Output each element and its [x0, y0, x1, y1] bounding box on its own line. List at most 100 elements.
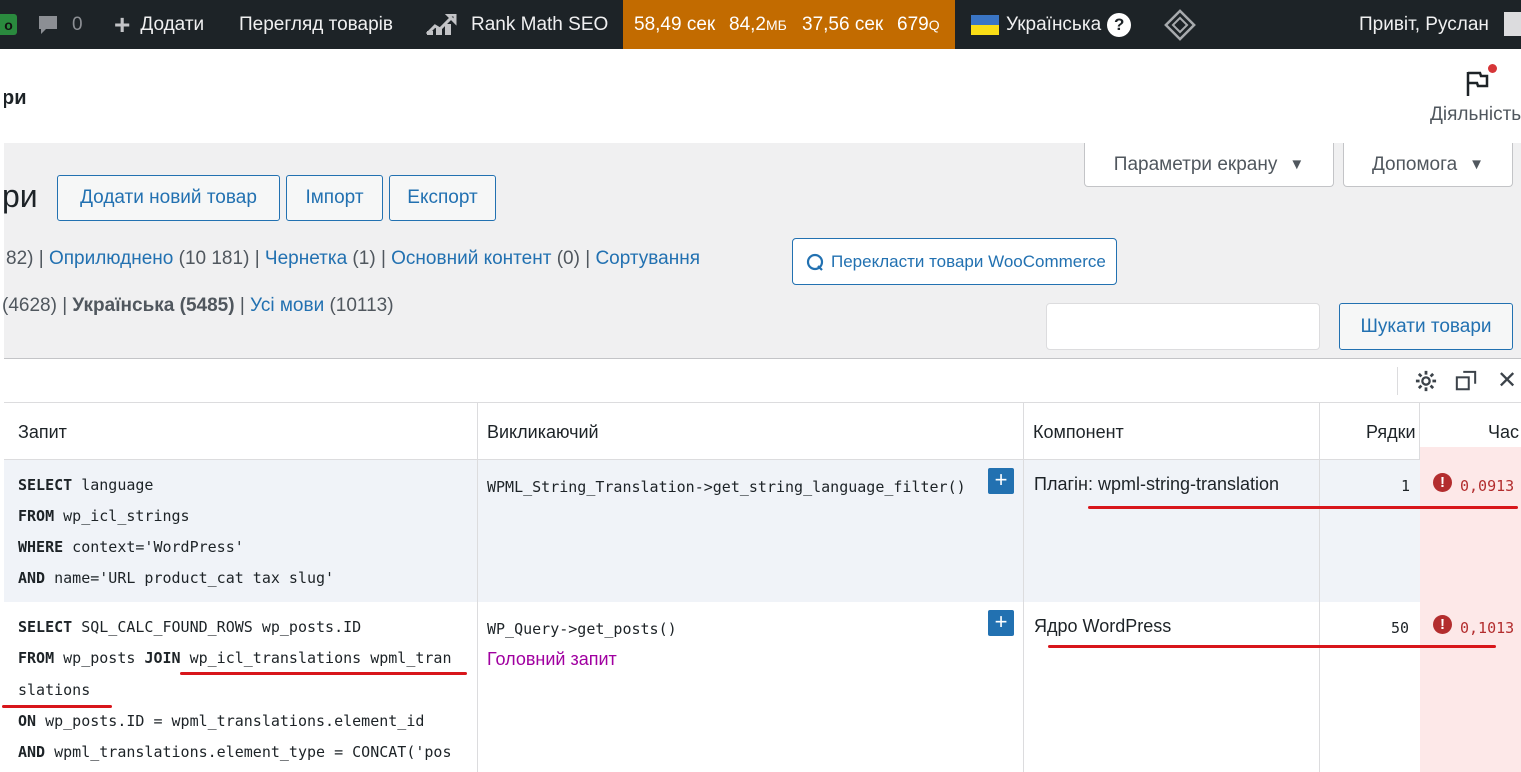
view-products-label: Перегляд товарів — [239, 13, 393, 35]
help-tab[interactable]: Допомога ▼ — [1343, 143, 1513, 187]
filter-cornerstone[interactable]: Основний контент — [391, 248, 551, 269]
annotation-underline-component-2 — [1048, 645, 1496, 648]
expand-caller-button[interactable]: + — [988, 610, 1014, 636]
language-switcher[interactable]: Українська ? — [971, 0, 1132, 49]
sql-keyword: SELECT — [18, 476, 73, 494]
sql-keyword: FROM — [18, 507, 55, 525]
col-query[interactable]: Запит — [18, 403, 67, 461]
table-row: SELECT SQL_CALC_FOUND_ROWS wp_posts.ID F… — [4, 602, 1521, 772]
separator: | — [254, 248, 265, 269]
qm-queries: 679 Q — [897, 0, 940, 49]
row-count: 50 — [1391, 619, 1410, 637]
qm-memory: 84,2 МБ — [729, 0, 787, 49]
help-icon[interactable]: ? — [1107, 12, 1132, 37]
account-menu[interactable]: Привіт, Руслан — [1359, 0, 1489, 49]
toggle-window-icon[interactable] — [1455, 370, 1477, 392]
sql-line: SELECT SQL_CALC_FOUND_ROWS wp_posts.ID — [18, 618, 361, 636]
activity-label: Діяльність — [1430, 104, 1521, 125]
sql-text: SQL_CALC_FOUND_ROWS wp_posts.ID — [72, 618, 362, 636]
search-input[interactable] — [1046, 303, 1320, 350]
screen-options-tab[interactable]: Параметри екрану ▼ — [1084, 143, 1334, 187]
col-divider — [1023, 602, 1024, 772]
filter-cornerstone-count: (0) — [556, 248, 580, 269]
col-divider — [477, 460, 478, 602]
add-new-label: Додати — [140, 13, 205, 35]
separator: | — [380, 248, 392, 269]
qm-panel-toolbar: ✕ — [4, 358, 1521, 402]
col-divider — [1023, 403, 1024, 461]
sql-text: language — [72, 476, 154, 494]
add-new-menu[interactable]: + Додати — [114, 0, 204, 49]
header-title: ри — [2, 87, 27, 109]
qm-queries-unit: Q — [928, 16, 940, 33]
comments-count: 0 — [72, 13, 83, 35]
add-new-product-button[interactable]: Додати новий товар — [57, 175, 280, 221]
sql-text: wp_posts.ID = wpml_translations.element_… — [36, 712, 425, 730]
query-time: 0,0913 — [1460, 477, 1515, 495]
woocommerce-header: ри Діяльність — [0, 49, 1521, 143]
qm-db-time: 37,56 сек — [802, 13, 884, 35]
lang-all[interactable]: Усі мови — [250, 295, 324, 316]
activity-button[interactable]: Діяльність — [1430, 64, 1521, 129]
col-time[interactable]: Час — [1488, 403, 1519, 461]
col-rows[interactable]: Рядки — [1366, 403, 1416, 461]
sql-keyword: FROM — [18, 649, 55, 667]
sql-keyword: AND — [18, 743, 46, 761]
avatar[interactable] — [1504, 12, 1521, 36]
admin-bar: о 0 + Додати Перегляд товарів Rank Math … — [0, 0, 1521, 49]
screen-options-label: Параметри екрану — [1113, 153, 1278, 175]
filter-published[interactable]: Оприлюднено — [49, 248, 173, 269]
rankmath-menu[interactable]: Rank Math SEO — [425, 0, 608, 49]
search-button-label: Шукати товари — [1360, 315, 1492, 337]
page-title: ри — [2, 178, 38, 214]
col-divider — [1419, 403, 1420, 461]
language-label: Українська — [1006, 13, 1102, 35]
main-query-note: Головний запит — [487, 649, 617, 669]
language-filters: (4628) | Українська (5485) | Усі мови (1… — [2, 295, 394, 317]
sql-text: context='WordPress' — [63, 538, 244, 556]
filter-sorting[interactable]: Сортування — [595, 248, 700, 269]
wpml-menu[interactable] — [1164, 0, 1196, 49]
rankmath-label: Rank Math SEO — [471, 13, 609, 35]
export-button[interactable]: Експорт — [389, 175, 496, 221]
query-time: 0,1013 — [1460, 619, 1515, 637]
sql-text: wp_icl_translations wpml_tran — [180, 649, 452, 667]
table-row: SELECT language FROM wp_icl_strings WHER… — [4, 460, 1521, 602]
caller: WPML_String_Translation->get_string_lang… — [487, 478, 966, 496]
component: Ядро WordPress — [1034, 616, 1172, 636]
site-badge[interactable]: о — [0, 14, 17, 35]
flag-icon — [1466, 71, 1489, 96]
comments-link[interactable]: 0 — [36, 0, 83, 49]
expand-caller-button[interactable]: + — [988, 468, 1014, 494]
col-component[interactable]: Компонент — [1033, 403, 1124, 461]
sql-line: SELECT language — [18, 476, 153, 494]
col-divider — [1319, 403, 1320, 461]
close-icon[interactable]: ✕ — [1497, 366, 1517, 395]
col-caller[interactable]: Викликаючий — [487, 403, 599, 461]
sql-keyword: ON — [18, 712, 37, 730]
translate-woocommerce-button[interactable]: Перекласти товари WooCommerce — [792, 238, 1117, 285]
status-filters: 82) | Оприлюднено (10 181) | Чернетка (1… — [6, 248, 700, 270]
toolbar-divider — [1397, 367, 1398, 395]
filter-draft[interactable]: Чернетка — [265, 248, 347, 269]
qm-queries-value: 679 — [897, 13, 929, 35]
separator: | — [62, 295, 73, 316]
import-button[interactable]: Імпорт — [286, 175, 383, 221]
warning-icon: ! — [1433, 473, 1452, 492]
warning-icon: ! — [1433, 615, 1452, 634]
wpml-diamond-icon — [1164, 8, 1196, 41]
view-products-link[interactable]: Перегляд товарів — [239, 0, 393, 49]
search-products-button[interactable]: Шукати товари — [1339, 303, 1513, 350]
sql-line: AND name='URL product_cat tax slug' — [18, 569, 334, 587]
row-count: 1 — [1401, 477, 1411, 495]
sql-text: slations — [18, 681, 91, 699]
col-divider — [1023, 460, 1024, 602]
sql-line: AND wpml_translations.element_type = CON… — [18, 743, 451, 761]
sql-line: FROM wp_icl_strings — [18, 507, 190, 525]
filter-draft-count: (1) — [352, 248, 376, 269]
annotation-underline-component-1 — [1088, 506, 1518, 509]
gear-icon[interactable] — [1415, 370, 1437, 392]
separator: | — [239, 295, 251, 316]
sql-keyword: JOIN — [144, 649, 181, 667]
sql-text: wp_icl_strings — [54, 507, 190, 525]
